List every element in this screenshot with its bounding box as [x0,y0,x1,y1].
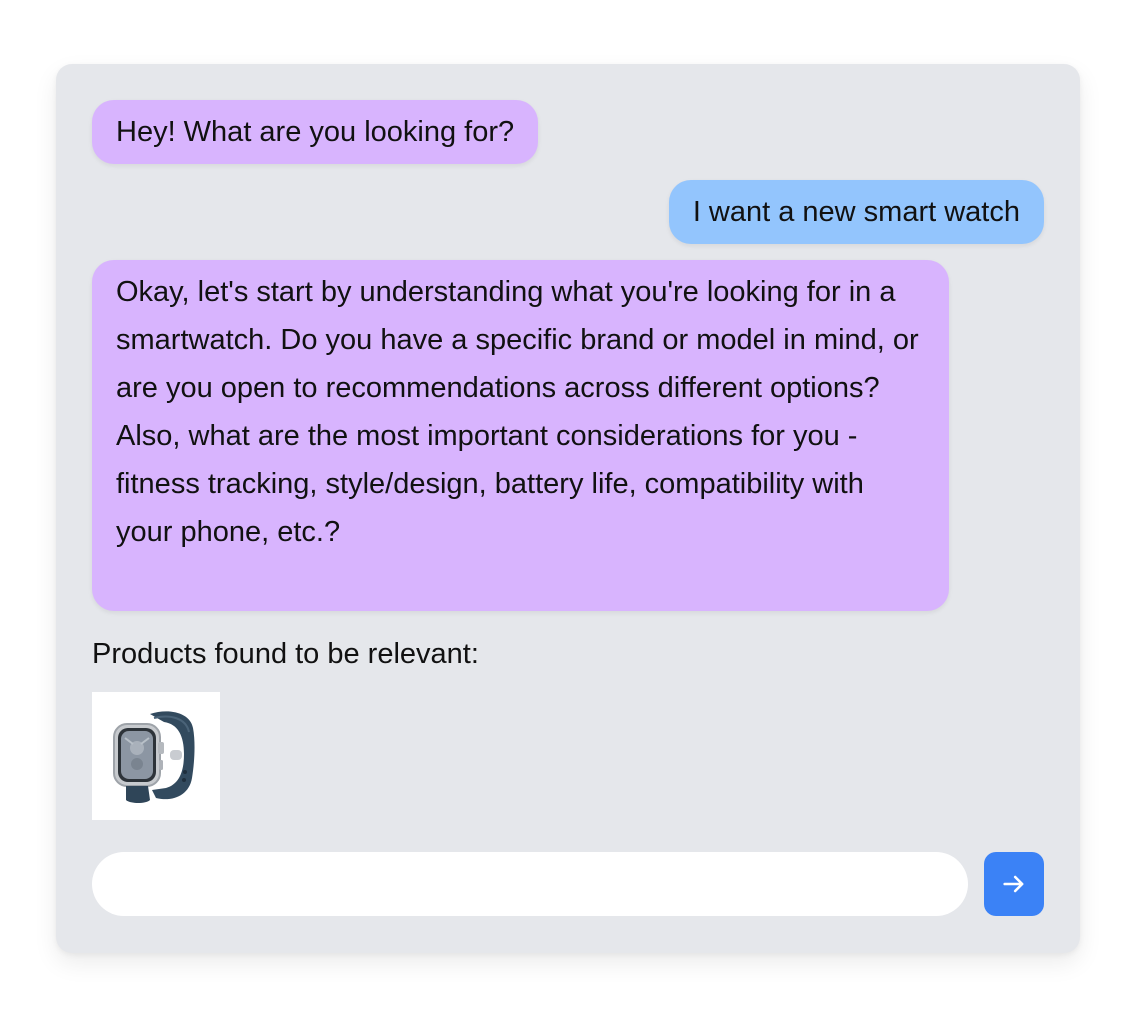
products-label: Products found to be relevant: [92,638,479,670]
assistant-message: Hey! What are you looking for? [92,100,539,164]
product-card[interactable] [92,692,220,820]
message-input[interactable] [92,852,968,916]
assistant-message: Okay, let's start by understanding what … [92,260,949,611]
user-message: I want a new smart watch [668,180,1044,244]
arrow-right-icon [1003,875,1024,893]
smartwatch-product-image [113,711,195,803]
send-button[interactable] [984,852,1044,916]
chat-panel: Hey! What are you looking for? I want a … [56,64,1080,953]
